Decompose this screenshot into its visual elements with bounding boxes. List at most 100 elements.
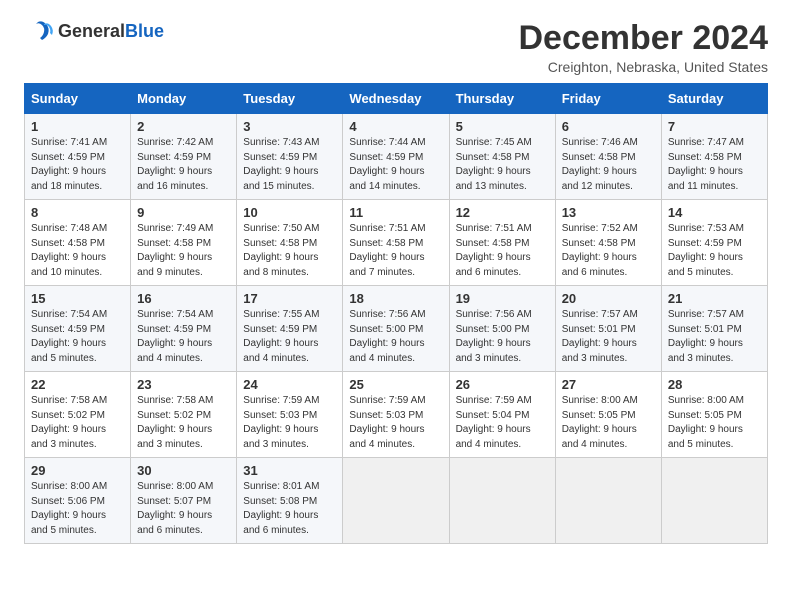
calendar-cell: 3 Sunrise: 7:43 AMSunset: 4:59 PMDaylight… [237,114,343,200]
day-info: Sunrise: 7:52 AMSunset: 4:58 PMDaylight:… [562,222,655,280]
weekday-header-saturday: Saturday [661,84,767,114]
logo-icon [24,20,54,42]
page-header: GeneralBlue December 2024 Creighton, Neb… [24,20,768,75]
day-number: 23 [137,377,230,392]
day-info: Sunrise: 7:58 AMSunset: 5:02 PMDaylight:… [31,394,124,452]
day-info: Sunrise: 7:54 AMSunset: 4:59 PMDaylight:… [137,308,230,366]
day-number: 2 [137,119,230,134]
day-info: Sunrise: 7:48 AMSunset: 4:58 PMDaylight:… [31,222,124,280]
calendar-week-row: 22 Sunrise: 7:58 AMSunset: 5:02 PMDayligh… [25,372,768,458]
day-number: 20 [562,291,655,306]
day-info: Sunrise: 7:59 AMSunset: 5:03 PMDaylight:… [349,394,442,452]
calendar-cell: 16 Sunrise: 7:54 AMSunset: 4:59 PMDayligh… [131,286,237,372]
weekday-header-tuesday: Tuesday [237,84,343,114]
day-info: Sunrise: 7:55 AMSunset: 4:59 PMDaylight:… [243,308,336,366]
day-number: 5 [456,119,549,134]
calendar-week-row: 15 Sunrise: 7:54 AMSunset: 4:59 PMDayligh… [25,286,768,372]
calendar-cell: 6 Sunrise: 7:46 AMSunset: 4:58 PMDaylight… [555,114,661,200]
day-number: 16 [137,291,230,306]
calendar-cell: 30 Sunrise: 8:00 AMSunset: 5:07 PMDayligh… [131,458,237,544]
calendar-table: SundayMondayTuesdayWednesdayThursdayFrid… [24,83,768,544]
day-number: 14 [668,205,761,220]
day-info: Sunrise: 7:58 AMSunset: 5:02 PMDaylight:… [137,394,230,452]
calendar-cell [343,458,449,544]
calendar-week-row: 1 Sunrise: 7:41 AMSunset: 4:59 PMDaylight… [25,114,768,200]
day-number: 31 [243,463,336,478]
day-info: Sunrise: 7:51 AMSunset: 4:58 PMDaylight:… [456,222,549,280]
day-number: 6 [562,119,655,134]
day-info: Sunrise: 7:50 AMSunset: 4:58 PMDaylight:… [243,222,336,280]
day-info: Sunrise: 8:00 AMSunset: 5:07 PMDaylight:… [137,480,230,538]
calendar-cell: 18 Sunrise: 7:56 AMSunset: 5:00 PMDayligh… [343,286,449,372]
calendar-cell: 10 Sunrise: 7:50 AMSunset: 4:58 PMDayligh… [237,200,343,286]
weekday-header-friday: Friday [555,84,661,114]
calendar-cell [449,458,555,544]
weekday-header-wednesday: Wednesday [343,84,449,114]
weekday-header-sunday: Sunday [25,84,131,114]
logo-blue-text: Blue [125,21,164,41]
day-info: Sunrise: 7:59 AMSunset: 5:04 PMDaylight:… [456,394,549,452]
day-info: Sunrise: 7:51 AMSunset: 4:58 PMDaylight:… [349,222,442,280]
calendar-cell: 5Sunrise: 7:45 AMSunset: 4:58 PMDaylight… [449,114,555,200]
day-number: 18 [349,291,442,306]
day-number: 17 [243,291,336,306]
day-info: Sunrise: 8:01 AMSunset: 5:08 PMDaylight:… [243,480,336,538]
calendar-cell: 20 Sunrise: 7:57 AMSunset: 5:01 PMDayligh… [555,286,661,372]
calendar-cell: 21 Sunrise: 7:57 AMSunset: 5:01 PMDayligh… [661,286,767,372]
calendar-cell: 1 Sunrise: 7:41 AMSunset: 4:59 PMDaylight… [25,114,131,200]
weekday-header-thursday: Thursday [449,84,555,114]
calendar-cell: 9 Sunrise: 7:49 AMSunset: 4:58 PMDaylight… [131,200,237,286]
day-info: Sunrise: 7:42 AMSunset: 4:59 PMDaylight:… [137,136,230,194]
calendar-cell: 15 Sunrise: 7:54 AMSunset: 4:59 PMDayligh… [25,286,131,372]
day-number: 7 [668,119,761,134]
day-info: Sunrise: 7:56 AMSunset: 5:00 PMDaylight:… [456,308,549,366]
day-info: Sunrise: 7:56 AMSunset: 5:00 PMDaylight:… [349,308,442,366]
calendar-cell: 22 Sunrise: 7:58 AMSunset: 5:02 PMDayligh… [25,372,131,458]
calendar-cell: 11Sunrise: 7:51 AMSunset: 4:58 PMDayligh… [343,200,449,286]
day-number: 1 [31,119,124,134]
day-number: 3 [243,119,336,134]
day-info: Sunrise: 7:46 AMSunset: 4:58 PMDaylight:… [562,136,655,194]
day-info: Sunrise: 8:00 AMSunset: 5:05 PMDaylight:… [668,394,761,452]
day-number: 21 [668,291,761,306]
calendar-cell: 4Sunrise: 7:44 AMSunset: 4:59 PMDaylight… [343,114,449,200]
day-info: Sunrise: 7:41 AMSunset: 4:59 PMDaylight:… [31,136,124,194]
day-number: 22 [31,377,124,392]
calendar-cell: 12Sunrise: 7:51 AMSunset: 4:58 PMDayligh… [449,200,555,286]
calendar-cell: 23 Sunrise: 7:58 AMSunset: 5:02 PMDayligh… [131,372,237,458]
day-number: 25 [349,377,442,392]
title-area: December 2024 Creighton, Nebraska, Unite… [518,20,768,75]
day-info: Sunrise: 7:57 AMSunset: 5:01 PMDaylight:… [562,308,655,366]
day-number: 28 [668,377,761,392]
day-number: 10 [243,205,336,220]
calendar-cell: 8 Sunrise: 7:48 AMSunset: 4:58 PMDaylight… [25,200,131,286]
calendar-cell: 7Sunrise: 7:47 AMSunset: 4:58 PMDaylight… [661,114,767,200]
calendar-week-row: 29 Sunrise: 8:00 AMSunset: 5:06 PMDayligh… [25,458,768,544]
day-number: 19 [456,291,549,306]
calendar-cell: 14 Sunrise: 7:53 AMSunset: 4:59 PMDayligh… [661,200,767,286]
calendar-cell [661,458,767,544]
day-info: Sunrise: 7:57 AMSunset: 5:01 PMDaylight:… [668,308,761,366]
day-info: Sunrise: 8:00 AMSunset: 5:05 PMDaylight:… [562,394,655,452]
calendar-week-row: 8 Sunrise: 7:48 AMSunset: 4:58 PMDaylight… [25,200,768,286]
day-number: 30 [137,463,230,478]
day-info: Sunrise: 7:54 AMSunset: 4:59 PMDaylight:… [31,308,124,366]
calendar-cell: 19 Sunrise: 7:56 AMSunset: 5:00 PMDayligh… [449,286,555,372]
day-info: Sunrise: 7:59 AMSunset: 5:03 PMDaylight:… [243,394,336,452]
day-info: Sunrise: 7:49 AMSunset: 4:58 PMDaylight:… [137,222,230,280]
calendar-cell: 29 Sunrise: 8:00 AMSunset: 5:06 PMDayligh… [25,458,131,544]
day-info: Sunrise: 7:53 AMSunset: 4:59 PMDaylight:… [668,222,761,280]
calendar-cell: 2 Sunrise: 7:42 AMSunset: 4:59 PMDaylight… [131,114,237,200]
calendar-cell: 31 Sunrise: 8:01 AMSunset: 5:08 PMDayligh… [237,458,343,544]
day-number: 4 [349,119,442,134]
day-number: 29 [31,463,124,478]
calendar-cell: 24Sunrise: 7:59 AMSunset: 5:03 PMDayligh… [237,372,343,458]
day-number: 15 [31,291,124,306]
calendar-cell [555,458,661,544]
day-number: 13 [562,205,655,220]
day-info: Sunrise: 8:00 AMSunset: 5:06 PMDaylight:… [31,480,124,538]
day-number: 9 [137,205,230,220]
day-info: Sunrise: 7:43 AMSunset: 4:59 PMDaylight:… [243,136,336,194]
calendar-cell: 17 Sunrise: 7:55 AMSunset: 4:59 PMDayligh… [237,286,343,372]
day-number: 8 [31,205,124,220]
